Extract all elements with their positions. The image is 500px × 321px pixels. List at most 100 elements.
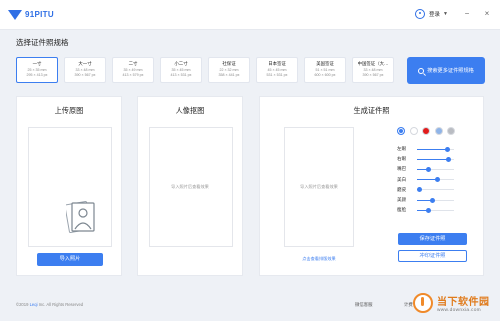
- logo-text: 91PITU: [25, 10, 54, 19]
- spec-size-mm: 45 × 45 mm: [267, 68, 287, 72]
- wechat-service-link[interactable]: 微信客服: [355, 302, 373, 308]
- spec-size-mm: 35 × 45 mm: [171, 68, 191, 72]
- background-color-picker: [397, 127, 460, 135]
- spec-size-mm: 25 × 35 mm: [27, 68, 47, 72]
- spec-name: 美国签证: [316, 61, 334, 66]
- watermark: 当下软件园 www.downxia.com: [413, 287, 498, 319]
- search-more-specs-button[interactable]: 搜索更多证件照规格: [407, 57, 485, 84]
- spec-card-3[interactable]: 二寸 35 × 49 mm 413 × 579 px: [112, 57, 154, 83]
- watermark-sub: www.downxia.com: [437, 308, 481, 313]
- copyright: ©2019 Leqi Inc. All Rights Reserved: [16, 302, 83, 307]
- spec-card-2[interactable]: 大一寸 33 × 48 mm 390 × 567 px: [64, 57, 106, 83]
- login-menu[interactable]: 登录 ▼: [415, 9, 448, 19]
- spec-name: 中国签证（大…: [357, 61, 389, 66]
- slider-track[interactable]: [417, 156, 454, 162]
- logo-icon: [8, 9, 22, 20]
- layout-preview-link[interactable]: 点击查看排版效果: [284, 256, 354, 262]
- copyright-brand[interactable]: Leqi: [30, 302, 38, 307]
- cutout-panel: 人像抠图 导入照片后查看效果: [137, 96, 243, 276]
- spec-size-mm: 35 × 49 mm: [123, 68, 143, 72]
- slider-label: 美白: [397, 176, 407, 182]
- slider-fill: [417, 158, 449, 160]
- slider-row: 瘦脸: [397, 206, 454, 214]
- spec-card-1[interactable]: 一寸 25 × 35 mm 295 × 413 px: [16, 57, 58, 83]
- billing-link[interactable]: 计费: [404, 302, 413, 308]
- slider-row: 右眼: [397, 155, 454, 163]
- spec-size-px: 413 × 579 px: [122, 73, 144, 77]
- spec-size-mm: 22 × 32 mm: [219, 68, 239, 72]
- spec-name: 大一寸: [78, 61, 92, 66]
- user-icon: [415, 9, 426, 19]
- search-icon: [418, 67, 425, 74]
- spec-size-px: 390 × 567 px: [362, 73, 384, 77]
- import-photo-button[interactable]: 导入照片: [37, 253, 103, 266]
- background-color-swatch[interactable]: [397, 127, 405, 135]
- spec-size-px: 413 × 531 px: [170, 73, 192, 77]
- background-color-swatch[interactable]: [409, 127, 418, 135]
- login-label: 登录: [429, 12, 441, 18]
- save-photo-button[interactable]: 保存证件照: [398, 233, 467, 245]
- spec-size-px: 531 × 531 px: [266, 73, 288, 77]
- title-bar: 91PITU 登录 ▼ − ×: [0, 0, 500, 30]
- slider-label: 左眼: [397, 146, 407, 151]
- cutout-hint: 导入照片后查看效果: [171, 184, 209, 189]
- spec-name: 小二寸: [174, 61, 188, 66]
- copyright-text: Inc. All Rights Reserved: [38, 302, 84, 307]
- watermark-logo-icon: [413, 293, 433, 313]
- slider-row: 左眼: [397, 145, 454, 153]
- spec-size-px: 295 × 413 px: [26, 73, 48, 77]
- search-more-label: 搜索更多证件照规格: [427, 68, 474, 74]
- spec-size-px: 390 × 567 px: [74, 73, 96, 77]
- slider-handle[interactable]: [417, 187, 423, 193]
- slider-track[interactable]: [417, 177, 454, 183]
- background-color-swatch[interactable]: [447, 127, 455, 135]
- slider-handle[interactable]: [425, 166, 431, 172]
- result-panel: 生成证件照 导入照片后查看效果 点击查看排版效果 左眼 右眼 嘴巴 美白 磨皮 美颜 瘦脸 …: [259, 96, 484, 276]
- upload-drop-area[interactable]: [28, 127, 112, 247]
- spec-card-5[interactable]: 社保证 22 × 32 mm 358 × 441 px: [208, 57, 250, 83]
- spec-name: 一寸: [32, 61, 42, 66]
- slider-track[interactable]: [417, 207, 454, 213]
- background-color-swatch[interactable]: [422, 127, 430, 135]
- slider-handle[interactable]: [425, 207, 431, 213]
- slider-track[interactable]: [417, 146, 454, 152]
- background-color-swatch[interactable]: [434, 127, 443, 135]
- minimize-button[interactable]: −: [461, 8, 473, 20]
- spec-card-4[interactable]: 小二寸 35 × 45 mm 413 × 531 px: [160, 57, 202, 83]
- result-hint: 导入照片后查看效果: [300, 184, 338, 189]
- copyright-year: ©2019: [16, 302, 29, 307]
- slider-row: 美颜: [397, 196, 454, 204]
- slider-track[interactable]: [417, 166, 454, 172]
- spec-card-8[interactable]: 中国签证（大… 33 × 48 mm 390 × 567 px: [352, 57, 394, 83]
- slider-handle[interactable]: [446, 156, 452, 162]
- upload-panel: 上传原图 导入照片: [16, 96, 122, 276]
- result-panel-title: 生成证件照: [353, 106, 390, 115]
- print-photo-button[interactable]: 冲印证件照: [398, 250, 467, 262]
- close-button[interactable]: ×: [481, 8, 493, 20]
- slider-label: 瘦脸: [397, 207, 407, 213]
- spec-size-px: 600 × 600 px: [314, 73, 336, 77]
- spec-card-7[interactable]: 美国签证 51 × 51 mm 600 × 600 px: [304, 57, 346, 83]
- slider-fill: [417, 148, 448, 150]
- upload-panel-title: 上传原图: [54, 106, 84, 115]
- slider-label: 美颜: [397, 197, 407, 202]
- watermark-main: 当下软件园: [437, 297, 490, 308]
- slider-handle[interactable]: [434, 177, 440, 183]
- spec-section-title: 选择证件照规格: [16, 38, 69, 47]
- slider-label: 右眼: [397, 156, 407, 162]
- spec-name: 社保证: [222, 61, 236, 66]
- slider-handle[interactable]: [444, 146, 450, 152]
- portrait-placeholder-icon: [66, 200, 95, 234]
- spec-size-mm: 33 × 48 mm: [75, 68, 95, 72]
- slider-row: 磨皮: [397, 186, 454, 194]
- spec-card-6[interactable]: 日本签证 45 × 45 mm 531 × 531 px: [256, 57, 298, 83]
- slider-track[interactable]: [417, 187, 454, 193]
- slider-track[interactable]: [417, 197, 454, 203]
- spec-size-mm: 51 × 51 mm: [315, 68, 335, 72]
- slider-row: 美白: [397, 176, 454, 184]
- slider-label: 嘴巴: [397, 166, 407, 172]
- spec-size-mm: 33 × 48 mm: [363, 68, 383, 72]
- slider-handle[interactable]: [430, 197, 436, 203]
- spec-size-px: 358 × 441 px: [218, 73, 240, 77]
- spec-name: 二寸: [128, 61, 138, 66]
